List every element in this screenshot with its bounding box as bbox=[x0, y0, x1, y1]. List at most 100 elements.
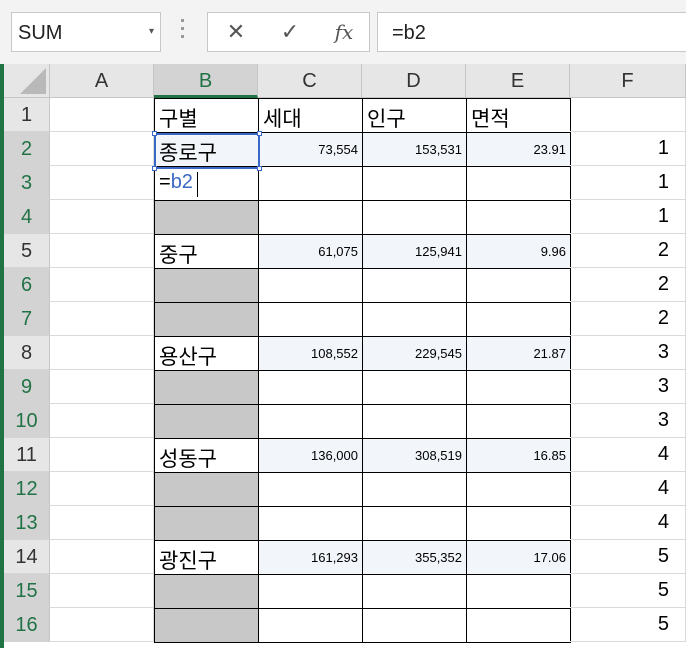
cell-b6[interactable] bbox=[154, 268, 259, 303]
cell-c3[interactable] bbox=[258, 166, 363, 201]
cell-a8[interactable] bbox=[50, 336, 154, 370]
cell-c8[interactable]: 108,552 bbox=[258, 336, 363, 371]
cell-c2[interactable]: 73,554 bbox=[258, 132, 363, 167]
cell-a14[interactable] bbox=[50, 540, 154, 574]
cell-b12[interactable] bbox=[154, 472, 259, 507]
row-header-13[interactable]: 13 bbox=[4, 506, 50, 540]
cell-c14[interactable]: 161,293 bbox=[258, 540, 363, 575]
cell-e3[interactable] bbox=[466, 166, 571, 201]
cell-f11[interactable]: 4 bbox=[570, 438, 686, 472]
cell-c13[interactable] bbox=[258, 506, 363, 541]
cell-d12[interactable] bbox=[362, 472, 467, 507]
cell-e4[interactable] bbox=[466, 200, 571, 235]
cell-a1[interactable] bbox=[50, 98, 154, 132]
cell-d4[interactable] bbox=[362, 200, 467, 235]
cell-f8[interactable]: 3 bbox=[570, 336, 686, 370]
cell-d15[interactable] bbox=[362, 574, 467, 609]
cell-d13[interactable] bbox=[362, 506, 467, 541]
cell-c5[interactable]: 61,075 bbox=[258, 234, 363, 269]
column-header-a[interactable]: A bbox=[50, 64, 154, 98]
cell-c4[interactable] bbox=[258, 200, 363, 235]
cell-f1[interactable] bbox=[570, 98, 686, 132]
cell-a13[interactable] bbox=[50, 506, 154, 540]
cell-d11[interactable]: 308,519 bbox=[362, 438, 467, 473]
cell-a4[interactable] bbox=[50, 200, 154, 234]
cell-a3[interactable] bbox=[50, 166, 154, 200]
cell-e11[interactable]: 16.85 bbox=[466, 438, 571, 473]
cell-f4[interactable]: 1 bbox=[570, 200, 686, 234]
cell-c7[interactable] bbox=[258, 302, 363, 337]
cell-b16[interactable] bbox=[154, 608, 259, 643]
cell-a12[interactable] bbox=[50, 472, 154, 506]
cell-d2[interactable]: 153,531 bbox=[362, 132, 467, 167]
cell-f16[interactable]: 5 bbox=[570, 608, 686, 642]
cell-e5[interactable]: 9.96 bbox=[466, 234, 571, 269]
column-header-f[interactable]: F bbox=[570, 64, 686, 98]
cell-d6[interactable] bbox=[362, 268, 467, 303]
row-header-14[interactable]: 14 bbox=[4, 540, 50, 574]
cell-b14[interactable]: 광진구 bbox=[154, 540, 259, 575]
cell-b4[interactable] bbox=[154, 200, 259, 235]
column-header-c[interactable]: C bbox=[258, 64, 362, 98]
name-box[interactable]: SUM ▾ bbox=[11, 12, 161, 52]
cancel-icon[interactable]: ✕ bbox=[216, 13, 256, 51]
cell-d16[interactable] bbox=[362, 608, 467, 643]
cell-e2[interactable]: 23.91 bbox=[466, 132, 571, 167]
column-header-e[interactable]: E bbox=[466, 64, 570, 98]
cell-c10[interactable] bbox=[258, 404, 363, 439]
cell-b1[interactable]: 구별 bbox=[154, 98, 259, 133]
row-header-15[interactable]: 15 bbox=[4, 574, 50, 608]
row-header-7[interactable]: 7 bbox=[4, 302, 50, 336]
row-header-11[interactable]: 11 bbox=[4, 438, 50, 472]
cell-b2[interactable]: 종로구 bbox=[154, 132, 259, 167]
formula-bar-grip-icon[interactable] bbox=[176, 14, 188, 50]
formula-input[interactable]: =b2 bbox=[377, 12, 686, 52]
cell-a10[interactable] bbox=[50, 404, 154, 438]
cell-d9[interactable] bbox=[362, 370, 467, 405]
cell-a6[interactable] bbox=[50, 268, 154, 302]
cell-b15[interactable] bbox=[154, 574, 259, 609]
cell-e15[interactable] bbox=[466, 574, 571, 609]
cell-a11[interactable] bbox=[50, 438, 154, 472]
cell-f7[interactable]: 2 bbox=[570, 302, 686, 336]
cell-c1[interactable]: 세대 bbox=[258, 98, 363, 133]
cell-b13[interactable] bbox=[154, 506, 259, 541]
cell-f13[interactable]: 4 bbox=[570, 506, 686, 540]
row-header-3[interactable]: 3 bbox=[4, 166, 50, 200]
row-header-5[interactable]: 5 bbox=[4, 234, 50, 268]
cell-a5[interactable] bbox=[50, 234, 154, 268]
cell-b9[interactable] bbox=[154, 370, 259, 405]
row-header-10[interactable]: 10 bbox=[4, 404, 50, 438]
cell-d10[interactable] bbox=[362, 404, 467, 439]
name-box-dropdown-icon[interactable]: ▾ bbox=[149, 26, 154, 37]
row-header-8[interactable]: 8 bbox=[4, 336, 50, 370]
cell-d1[interactable]: 인구 bbox=[362, 98, 467, 133]
cell-a15[interactable] bbox=[50, 574, 154, 608]
cell-c16[interactable] bbox=[258, 608, 363, 643]
cell-e8[interactable]: 21.87 bbox=[466, 336, 571, 371]
cell-e16[interactable] bbox=[466, 608, 571, 643]
cell-b10[interactable] bbox=[154, 404, 259, 439]
row-header-6[interactable]: 6 bbox=[4, 268, 50, 302]
cell-e14[interactable]: 17.06 bbox=[466, 540, 571, 575]
cell-a7[interactable] bbox=[50, 302, 154, 336]
row-header-16[interactable]: 16 bbox=[4, 608, 50, 642]
insert-function-icon[interactable]: fx bbox=[324, 13, 364, 51]
cell-a2[interactable] bbox=[50, 132, 154, 166]
cell-e12[interactable] bbox=[466, 472, 571, 507]
cell-c9[interactable] bbox=[258, 370, 363, 405]
column-header-d[interactable]: D bbox=[362, 64, 466, 98]
cell-d8[interactable]: 229,545 bbox=[362, 336, 467, 371]
cell-e7[interactable] bbox=[466, 302, 571, 337]
cell-f10[interactable]: 3 bbox=[570, 404, 686, 438]
row-header-2[interactable]: 2 bbox=[4, 132, 50, 166]
row-header-9[interactable]: 9 bbox=[4, 370, 50, 404]
cell-f6[interactable]: 2 bbox=[570, 268, 686, 302]
cell-f12[interactable]: 4 bbox=[570, 472, 686, 506]
cell-f2[interactable]: 1 bbox=[570, 132, 686, 166]
row-header-4[interactable]: 4 bbox=[4, 200, 50, 234]
cell-c6[interactable] bbox=[258, 268, 363, 303]
enter-check-icon[interactable]: ✓ bbox=[270, 13, 310, 51]
cell-e13[interactable] bbox=[466, 506, 571, 541]
cell-b3-editing[interactable]: =b2 bbox=[154, 166, 259, 201]
